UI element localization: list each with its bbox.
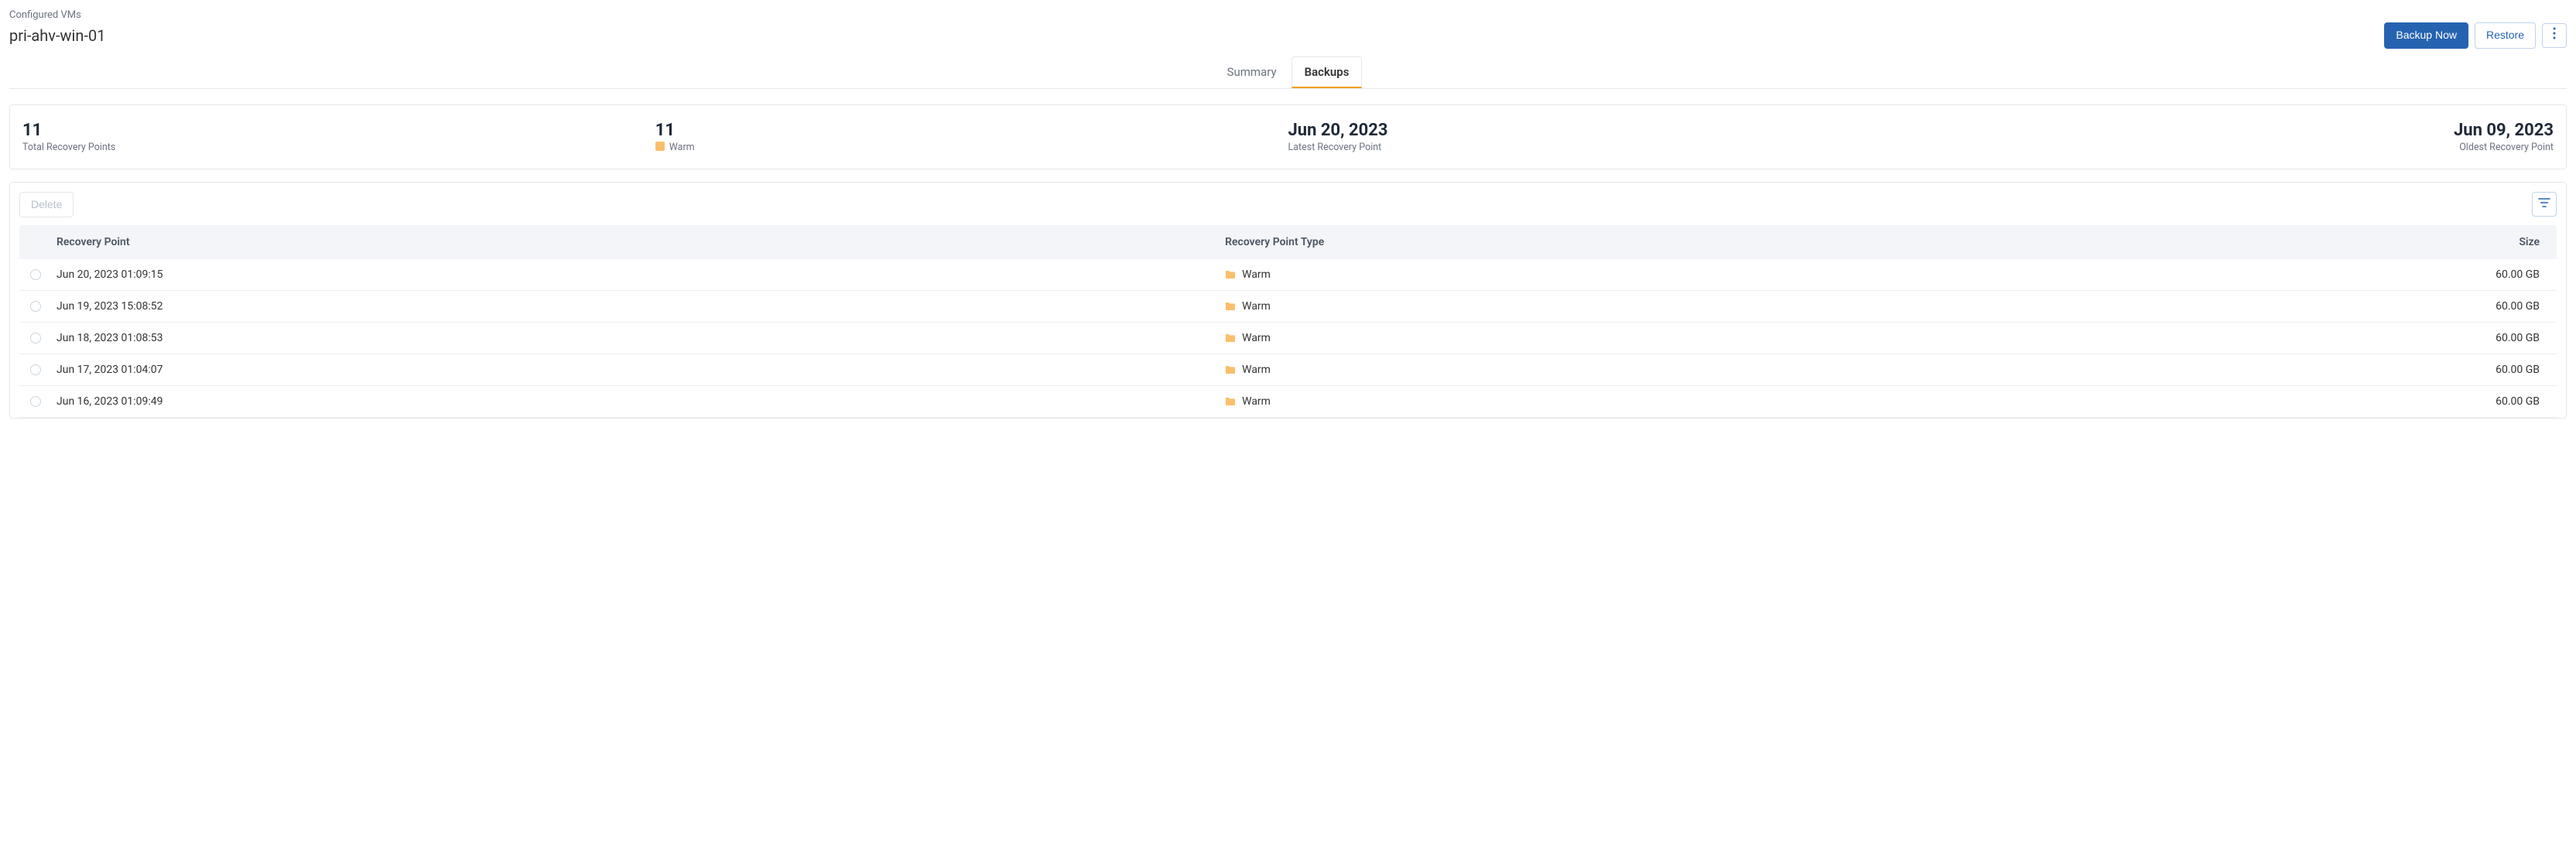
stat-label: Latest Recovery Point xyxy=(1288,142,1921,153)
cell-recovery-point: Jun 18, 2023 01:08:53 xyxy=(56,332,1225,344)
stat-label: Warm xyxy=(655,142,1288,153)
table-row[interactable]: Jun 20, 2023 01:09:15 Warm 60.00 GB xyxy=(19,259,2557,291)
cell-size: 60.00 GB xyxy=(2102,300,2546,313)
folder-icon xyxy=(1225,397,1236,406)
stat-label: Total Recovery Points xyxy=(22,142,655,153)
cell-size: 60.00 GB xyxy=(2102,395,2546,408)
col-type[interactable]: Recovery Point Type xyxy=(1225,236,2102,248)
stat-oldest: Jun 09, 2023 Oldest Recovery Point xyxy=(1921,121,2554,153)
row-radio[interactable] xyxy=(30,396,41,407)
table-row[interactable]: Jun 17, 2023 01:04:07 Warm 60.00 GB xyxy=(19,354,2557,386)
stat-total-points: 11 Total Recovery Points xyxy=(22,121,655,153)
stats-card: 11 Total Recovery Points 11 Warm Jun 20,… xyxy=(9,104,2567,169)
list-panel: Delete Recovery Point Recovery Point Typ… xyxy=(9,182,2567,419)
stat-label-text: Warm xyxy=(669,142,695,153)
row-radio[interactable] xyxy=(30,333,41,343)
row-radio[interactable] xyxy=(30,269,41,280)
cell-type: Warm xyxy=(1225,268,2102,281)
warm-swatch-icon xyxy=(655,142,665,151)
filter-icon xyxy=(2538,197,2550,213)
breadcrumb[interactable]: Configured VMs xyxy=(9,9,2567,21)
stat-value: Jun 09, 2023 xyxy=(1921,121,2554,140)
restore-button[interactable]: Restore xyxy=(2475,22,2536,49)
type-text: Warm xyxy=(1242,268,1271,281)
type-text: Warm xyxy=(1242,332,1271,344)
more-vertical-icon xyxy=(2553,27,2556,44)
row-radio[interactable] xyxy=(30,301,41,312)
filter-button[interactable] xyxy=(2532,192,2557,217)
cell-type: Warm xyxy=(1225,332,2102,344)
type-text: Warm xyxy=(1242,395,1271,408)
folder-icon xyxy=(1225,270,1236,279)
more-actions-button[interactable] xyxy=(2542,23,2567,48)
cell-recovery-point: Jun 19, 2023 15:08:52 xyxy=(56,300,1225,313)
cell-size: 60.00 GB xyxy=(2102,364,2546,376)
type-text: Warm xyxy=(1242,364,1271,376)
type-text: Warm xyxy=(1242,300,1271,313)
table-row[interactable]: Jun 19, 2023 15:08:52 Warm 60.00 GB xyxy=(19,291,2557,323)
stat-value: 11 xyxy=(22,121,655,140)
stat-value: Jun 20, 2023 xyxy=(1288,121,1921,140)
cell-recovery-point: Jun 16, 2023 01:09:49 xyxy=(56,395,1225,408)
header-actions: Backup Now Restore xyxy=(2384,22,2567,49)
stat-warm: 11 Warm xyxy=(655,121,1288,153)
table-row[interactable]: Jun 16, 2023 01:09:49 Warm 60.00 GB xyxy=(19,386,2557,418)
folder-icon xyxy=(1225,302,1236,311)
row-radio[interactable] xyxy=(30,364,41,375)
stat-value: 11 xyxy=(655,121,1288,140)
cell-size: 60.00 GB xyxy=(2102,268,2546,281)
col-recovery-point[interactable]: Recovery Point xyxy=(56,236,1225,248)
cell-type: Warm xyxy=(1225,395,2102,408)
cell-recovery-point: Jun 20, 2023 01:09:15 xyxy=(56,268,1225,281)
tabs: Summary Backups xyxy=(1214,56,1363,88)
cell-recovery-point: Jun 17, 2023 01:04:07 xyxy=(56,364,1225,376)
stat-latest: Jun 20, 2023 Latest Recovery Point xyxy=(1288,121,1921,153)
table-header: Recovery Point Recovery Point Type Size xyxy=(19,225,2557,259)
cell-type: Warm xyxy=(1225,364,2102,376)
folder-icon xyxy=(1225,333,1236,343)
col-size[interactable]: Size xyxy=(2102,236,2546,248)
cell-type: Warm xyxy=(1225,300,2102,313)
delete-button[interactable]: Delete xyxy=(19,192,74,218)
cell-size: 60.00 GB xyxy=(2102,332,2546,344)
tab-summary[interactable]: Summary xyxy=(1214,56,1291,88)
table-row[interactable]: Jun 18, 2023 01:08:53 Warm 60.00 GB xyxy=(19,323,2557,354)
folder-icon xyxy=(1225,365,1236,374)
page-title: pri-ahv-win-01 xyxy=(9,26,105,45)
backup-now-button[interactable]: Backup Now xyxy=(2384,22,2468,49)
tab-backups[interactable]: Backups xyxy=(1291,56,1363,88)
stat-label: Oldest Recovery Point xyxy=(1921,142,2554,153)
